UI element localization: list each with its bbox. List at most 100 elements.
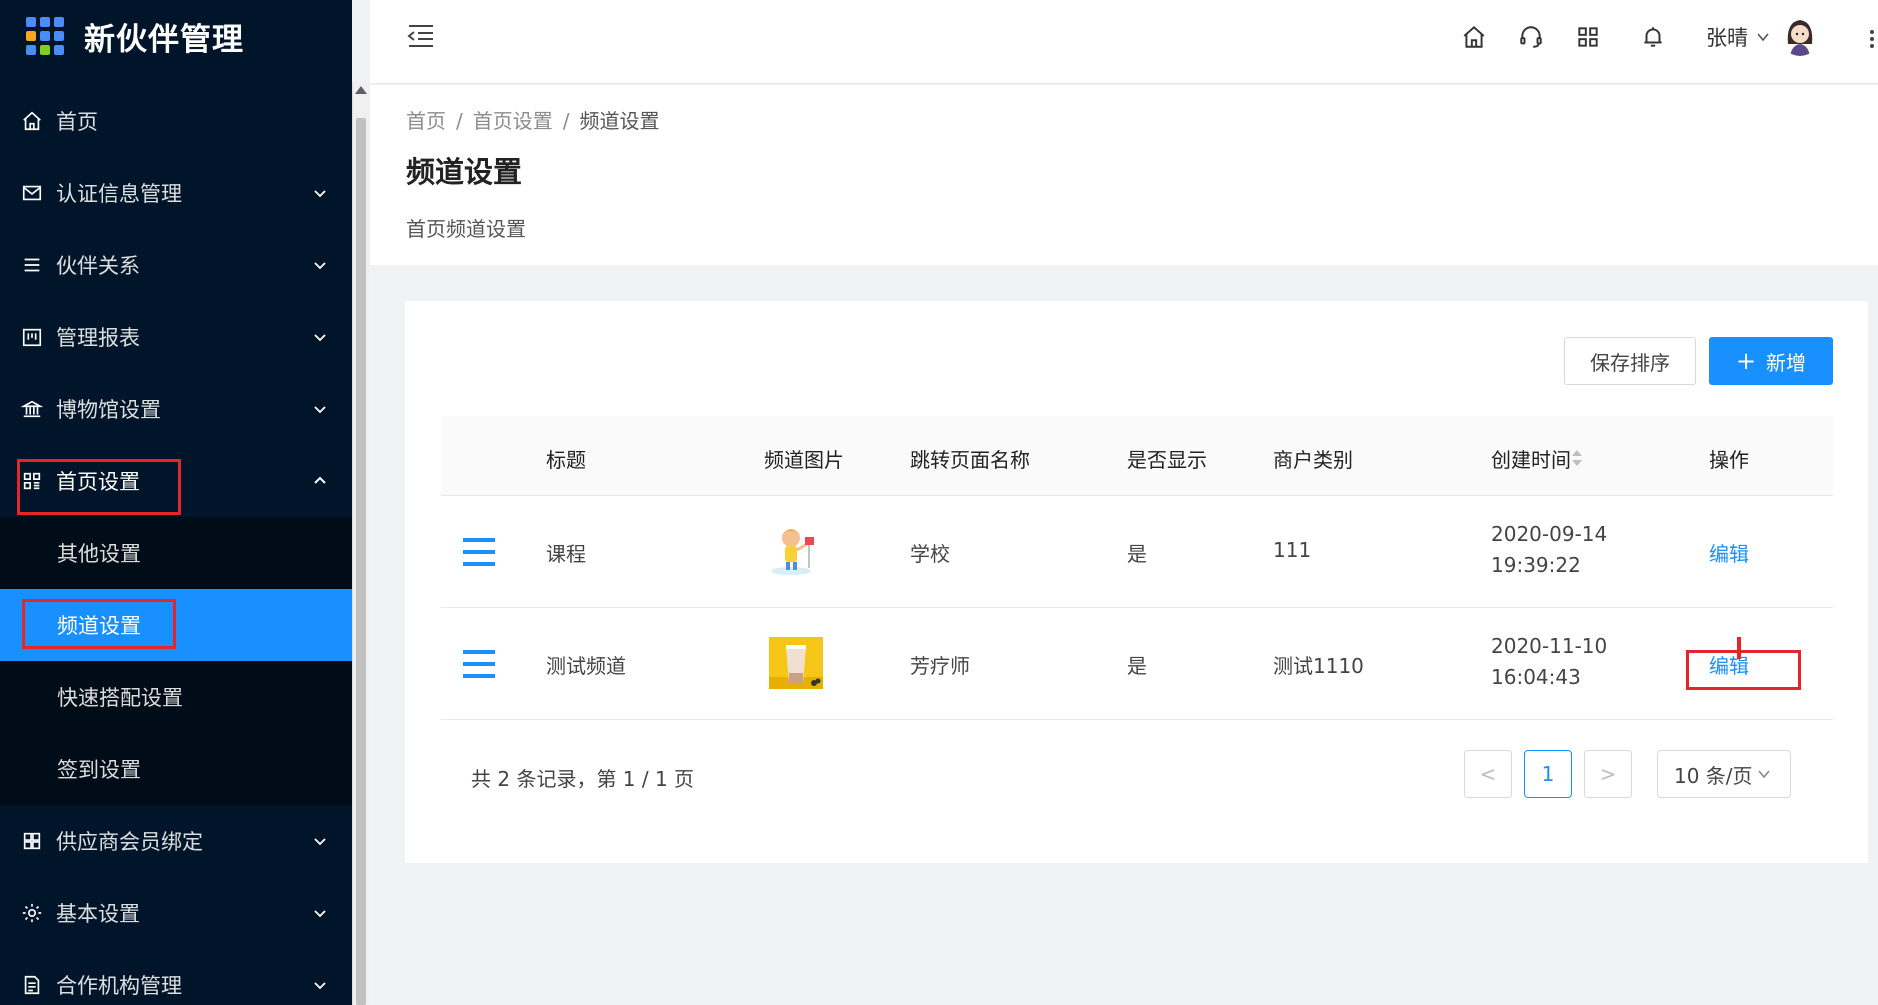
sidebar-item-reports[interactable]: 管理报表 (0, 301, 352, 373)
sidebar-item-basic-settings[interactable]: 基本设置 (0, 877, 352, 949)
chevron-down-icon (314, 838, 326, 846)
sidebar-item-label: 认证信息管理 (56, 182, 182, 206)
drag-handle-icon[interactable] (463, 537, 495, 567)
sidebar-item-museum[interactable]: 博物馆设置 (0, 373, 352, 445)
mail-icon (20, 181, 44, 205)
breadcrumb-current: 频道设置 (579, 109, 660, 133)
home-settings-submenu: 其他设置 频道设置 快速搭配设置 签到设置 (0, 517, 352, 805)
submenu-item-quick-match-settings[interactable]: 快速搭配设置 (0, 661, 352, 733)
plus-icon: + (1735, 347, 1757, 375)
sidebar-item-label: 首页 (56, 110, 98, 134)
submenu-item-label: 其他设置 (57, 542, 141, 566)
table-header: 标题 频道图片 跳转页面名称 是否显示 商户类别 创建时间 操作 (441, 416, 1833, 496)
drag-handle-icon[interactable] (463, 649, 495, 679)
page-size-select[interactable]: 10 条/页 (1657, 750, 1791, 798)
sidebar-item-home[interactable]: 首页 (0, 85, 352, 157)
home-icon[interactable] (1461, 24, 1487, 50)
home-icon (20, 109, 44, 133)
chevron-down-icon (314, 982, 326, 990)
pagination-info: 共 2 条记录，第 1 / 1 页 (471, 767, 695, 791)
file-icon (20, 973, 44, 997)
save-sort-button[interactable]: 保存排序 (1564, 337, 1696, 385)
column-header-visible: 是否显示 (1127, 448, 1207, 472)
sidebar-item-home-settings[interactable]: 首页设置 (0, 445, 352, 517)
top-header: 张晴 (370, 0, 1878, 84)
gear-icon (20, 901, 44, 925)
pagination-next-button[interactable]: > (1584, 750, 1632, 798)
cell-merchant: 测试1110 (1273, 654, 1364, 678)
sidebar-item-partner-org[interactable]: 合作机构管理 (0, 949, 352, 1005)
sidebar-item-certification[interactable]: 认证信息管理 (0, 157, 352, 229)
sidebar-item-supplier-binding[interactable]: 供应商会员绑定 (0, 805, 352, 877)
cell-title: 测试频道 (546, 654, 626, 678)
cell-created-time: 19:39:22 (1491, 553, 1581, 577)
more-dots-icon[interactable] (1870, 28, 1874, 50)
sidebar-item-label: 博物馆设置 (56, 398, 161, 422)
list-icon (20, 253, 44, 277)
channel-table: 标题 频道图片 跳转页面名称 是否显示 商户类别 创建时间 操作 课程 学校 是… (441, 416, 1833, 720)
sidebar-menu: 首页 认证信息管理 伙伴关系 管理报表 博物馆设置 首页设置 其他设置 频道设置… (0, 85, 352, 1005)
breadcrumb: 首页 / 首页设置 / 频道设置 (406, 109, 660, 133)
user-name[interactable]: 张晴 (1706, 22, 1748, 52)
sidebar-scrollbar-thumb[interactable] (356, 118, 366, 1005)
channel-image (769, 524, 823, 576)
sidebar: 新伙伴管理 首页 认证信息管理 伙伴关系 管理报表 博物馆设置 首页设置 其他设… (0, 0, 352, 1005)
chevron-down-icon (314, 190, 326, 198)
chevron-down-icon (1757, 770, 1770, 779)
page-description: 首页频道设置 (406, 217, 526, 241)
app-title: 新伙伴管理 (84, 21, 244, 58)
appstore-icon[interactable] (1575, 24, 1601, 50)
column-header-merchant: 商户类别 (1273, 448, 1353, 472)
grid-icon (20, 829, 44, 853)
table-row: 课程 学校 是 111 2020-09-14 19:39:22 编辑 (441, 496, 1833, 608)
avatar[interactable] (1780, 14, 1820, 56)
scroll-up-arrow-icon[interactable] (355, 86, 367, 94)
submenu-item-channel-settings[interactable]: 频道设置 (0, 589, 352, 661)
submenu-item-label: 签到设置 (57, 758, 141, 782)
submenu-item-other-settings[interactable]: 其他设置 (0, 517, 352, 589)
column-header-created[interactable]: 创建时间 (1491, 444, 1571, 473)
cell-created-date: 2020-09-14 (1491, 522, 1608, 546)
column-header-page-name: 跳转页面名称 (910, 448, 1030, 472)
logo[interactable]: 新伙伴管理 (0, 0, 352, 72)
edit-link[interactable]: 编辑 (1709, 650, 1749, 679)
chevron-down-icon (314, 262, 326, 270)
chevron-down-icon (314, 406, 326, 414)
sidebar-item-partners[interactable]: 伙伴关系 (0, 229, 352, 301)
page-header: 首页 / 首页设置 / 频道设置 频道设置 首页频道设置 (370, 85, 1878, 265)
sidebar-item-label: 管理报表 (56, 326, 140, 350)
menu-fold-icon[interactable] (406, 22, 436, 50)
sidebar-item-label: 合作机构管理 (56, 974, 182, 998)
cell-title: 课程 (546, 542, 586, 566)
column-header-title: 标题 (546, 448, 586, 472)
chevron-down-icon[interactable] (1756, 31, 1770, 43)
add-button[interactable]: + 新增 (1709, 337, 1833, 385)
sidebar-item-label: 伙伴关系 (56, 254, 140, 278)
column-header-action: 操作 (1709, 448, 1749, 472)
cell-created-date: 2020-11-10 (1491, 634, 1608, 658)
pagination-prev-button[interactable]: < (1464, 750, 1512, 798)
cell-visible: 是 (1127, 542, 1147, 566)
submenu-item-checkin-settings[interactable]: 签到设置 (0, 733, 352, 805)
add-button-label: 新增 (1766, 350, 1807, 375)
customer-service-icon[interactable] (1518, 24, 1544, 50)
cell-merchant: 111 (1273, 538, 1312, 562)
chevron-down-icon (314, 910, 326, 918)
appstore-icon (20, 469, 44, 493)
edit-link[interactable]: 编辑 (1709, 538, 1749, 567)
annotation-marker (1737, 637, 1741, 659)
chevron-down-icon (314, 334, 326, 342)
bell-icon[interactable] (1640, 24, 1666, 50)
pagination-page-button[interactable]: 1 (1524, 750, 1572, 798)
bank-icon (20, 397, 44, 421)
sidebar-item-label: 供应商会员绑定 (56, 830, 203, 854)
page-size-value: 10 条/页 (1674, 763, 1753, 788)
sidebar-item-label: 基本设置 (56, 902, 140, 926)
chevron-up-icon (314, 476, 326, 484)
sort-icon[interactable] (1571, 448, 1583, 468)
app-grid-logo-icon (26, 17, 64, 55)
channel-image (769, 637, 823, 689)
breadcrumb-home[interactable]: 首页 (406, 109, 446, 133)
cell-created-time: 16:04:43 (1491, 665, 1581, 689)
breadcrumb-home-settings[interactable]: 首页设置 (473, 109, 553, 133)
